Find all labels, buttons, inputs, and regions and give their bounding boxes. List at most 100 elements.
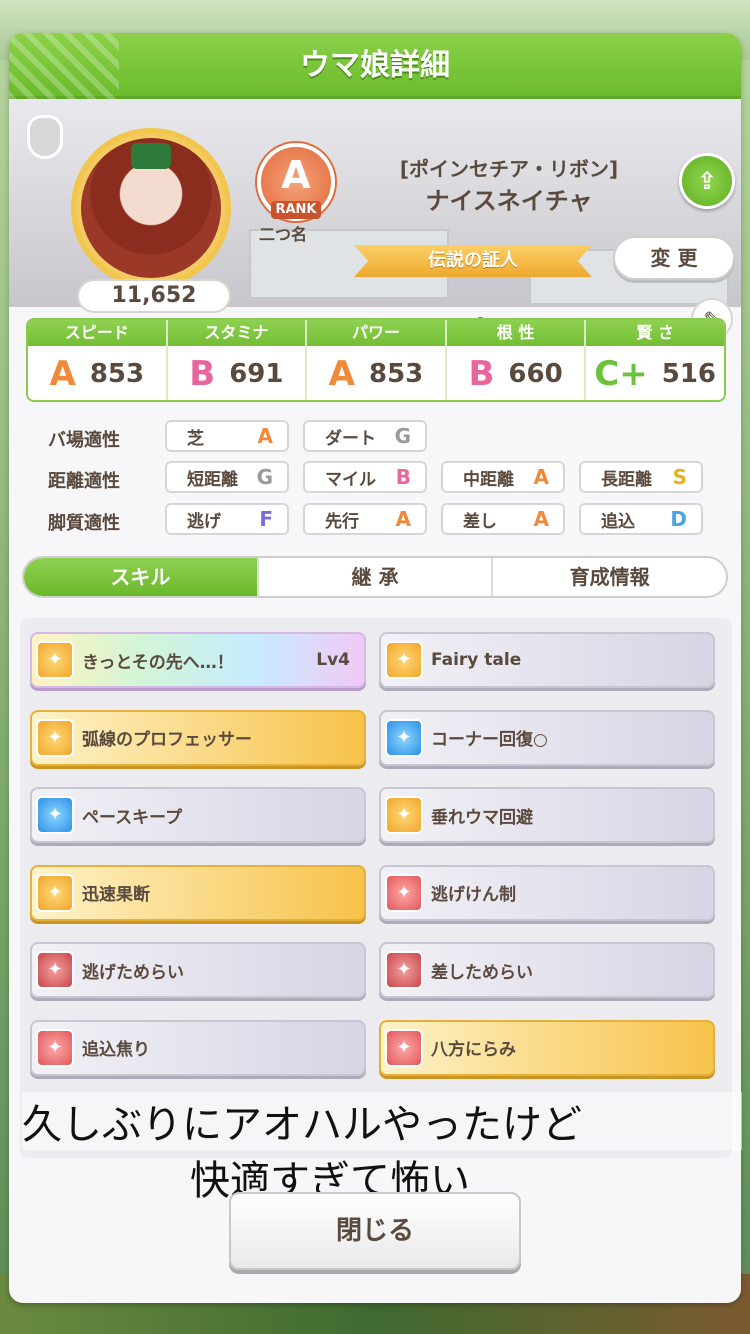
stat-value: 516 [661, 359, 717, 389]
aptitude-name: 中距離 [463, 469, 514, 490]
aptitude-item: 差し A [441, 503, 565, 535]
aptitude-item: 短距離 G [165, 461, 289, 493]
change-title-button[interactable]: 変 更 [613, 236, 735, 280]
stat-grade: B [189, 354, 216, 394]
rank-tag: RANK [271, 201, 321, 219]
skill-icon: ✦ [385, 796, 423, 834]
stat-column: スピード A 853 [28, 320, 168, 400]
aptitude-name: ダート [325, 428, 376, 449]
skill-item[interactable]: ✦ 垂れウマ回避 [379, 787, 715, 843]
aptitude-name: 短距離 [187, 469, 238, 490]
skill-icon: ✦ [385, 873, 423, 912]
tab-2[interactable]: 育成情報 [493, 558, 726, 596]
stat-label: 根 性 [446, 320, 585, 346]
skill-item[interactable]: ✦ 逃げためらい [30, 942, 366, 998]
skill-item[interactable]: ✦ 迅速果断 [30, 864, 366, 921]
skill-name: ペースキープ [82, 807, 183, 828]
aptitude-grade: B [395, 465, 411, 489]
stat-label: パワー [307, 320, 445, 346]
aptitude-name: 差し [463, 511, 497, 532]
stat-grade: B [468, 354, 495, 394]
stat-value: 853 [89, 359, 145, 389]
aptitude-grade: D [670, 507, 687, 531]
aptitude-grade: G [394, 424, 411, 448]
skill-icon: ✦ [385, 1028, 423, 1067]
skill-name: コーナー回復○ [431, 730, 548, 750]
skill-level: Lv4 [316, 650, 350, 670]
skill-name: 垂れウマ回避 [431, 807, 533, 828]
aptitude-row-label: 脚質適性 [48, 513, 120, 534]
stat-column: 根 性 B 660 [446, 320, 587, 400]
stats-table: スピード A 853 スタミナ B 691 パワー A 853 根 性 B 660 賢 さ C+ 516 [26, 318, 726, 402]
aptitude-item: マイル B [303, 461, 427, 493]
caption-line-1: 久しぶりにアオハルやったけど [22, 1092, 742, 1150]
aptitude-grade: A [257, 424, 273, 448]
skill-item[interactable]: ✦ ペースキープ [30, 787, 366, 843]
aptitude-item: 逃げ F [165, 503, 289, 535]
share-button[interactable]: ⇪ [679, 153, 735, 209]
skill-icon: ✦ [36, 718, 74, 757]
aptitude-item: 中距離 A [441, 461, 565, 493]
aptitude-name: 芝 [187, 428, 204, 449]
stat-label: 賢 さ [586, 320, 724, 346]
skill-name: 追込焦り [82, 1040, 150, 1060]
share-icon: ⇪ [696, 167, 718, 195]
aptitude-name: 長距離 [601, 469, 652, 490]
skill-name: 迅速果断 [82, 885, 150, 905]
stat-value-row: B 691 [168, 346, 306, 400]
outfit-name: [ポインセチア・リボン] [399, 157, 619, 181]
rank-badge: A RANK [257, 143, 335, 221]
skill-item[interactable]: ✦ コーナー回復○ [379, 709, 715, 766]
aptitude-name: 逃げ [187, 511, 221, 532]
panel-title: ウマ娘詳細 [300, 48, 450, 83]
stat-value: 660 [508, 359, 563, 389]
skill-icon: ✦ [385, 718, 423, 757]
aptitude-grade: F [259, 507, 273, 531]
title-ribbon: 伝説の証人 [354, 245, 592, 277]
bow-icon [131, 143, 171, 169]
skill-name: 八方にらみ [431, 1040, 516, 1060]
skill-name: 逃げためらい [82, 962, 184, 983]
stat-value: 691 [229, 359, 284, 389]
skill-icon: ✦ [385, 641, 423, 679]
skill-name: 逃げけん制 [431, 885, 516, 905]
stat-grade: A [49, 354, 76, 394]
aptitude-item: 追込 D [579, 503, 703, 535]
stat-column: 賢 さ C+ 516 [586, 320, 724, 400]
skill-item[interactable]: ✦ 追込焦り [30, 1019, 366, 1076]
aptitude-name: 先行 [325, 511, 359, 532]
aptitude-grade: A [533, 507, 549, 531]
stat-value: 853 [369, 359, 424, 389]
close-button[interactable]: 閉じる [229, 1192, 521, 1270]
skill-item[interactable]: ✦ きっとその先へ…！ Lv4 [30, 632, 366, 688]
skill-icon: ✦ [36, 951, 74, 989]
detail-tabs: スキル継 承育成情報 [22, 556, 728, 598]
aptitude-name: 追込 [601, 511, 635, 532]
tab-1[interactable]: 継 承 [259, 558, 494, 596]
carrot-icon [27, 115, 63, 159]
tab-0[interactable]: スキル [24, 558, 259, 596]
stat-label: スタミナ [167, 320, 306, 346]
stat-column: パワー A 853 [307, 320, 447, 400]
skill-item[interactable]: ✦ 八方にらみ [379, 1019, 715, 1076]
skill-icon: ✦ [385, 951, 423, 989]
skill-icon: ✦ [36, 873, 74, 912]
aptitude-item: ダート G [303, 420, 427, 452]
aptitude-grade: A [395, 507, 411, 531]
aptitude-grade: G [256, 465, 273, 489]
aptitude-item: 先行 A [303, 503, 427, 535]
skill-name: 差しためらい [431, 962, 533, 983]
stat-grade: C+ [594, 354, 648, 394]
aptitude-item: 芝A [165, 420, 289, 452]
stat-grade: A [328, 354, 355, 394]
fan-count: 11,652 [77, 279, 231, 313]
stat-value-row: C+ 516 [586, 346, 724, 400]
skill-item[interactable]: ✦ 差しためらい [379, 942, 715, 998]
skill-item[interactable]: ✦ Fairy tale [379, 632, 715, 688]
panel-header: ウマ娘詳細 [9, 33, 741, 99]
skill-item[interactable]: ✦ 逃げけん制 [379, 864, 715, 921]
skill-item[interactable]: ✦ 弧線のプロフェッサー [30, 709, 366, 766]
stat-label: スピード [28, 320, 166, 346]
skill-icon: ✦ [36, 641, 74, 679]
character-name: ナイスネイチャ [425, 187, 593, 215]
